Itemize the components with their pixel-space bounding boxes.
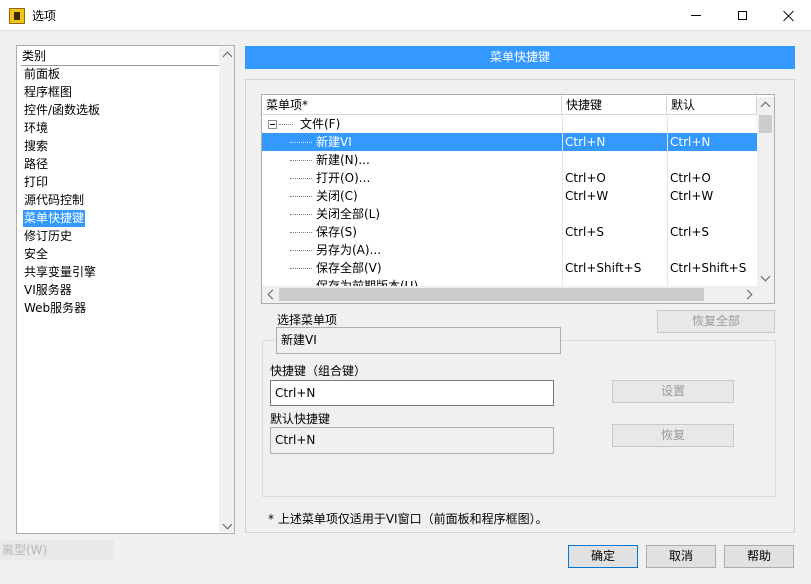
category-item[interactable]: 安全 [23,246,49,263]
column-header-shortcut[interactable]: 快捷键 [562,95,667,115]
category-item[interactable]: 共享变量引擎 [23,264,97,281]
menu-item-name: 新建(N)... [316,153,370,167]
scroll-thumb[interactable] [279,288,704,301]
category-item-selected[interactable]: 菜单快捷键 [23,210,86,227]
category-item[interactable]: 修订历史 [23,228,73,245]
panel-title: 菜单快捷键 [245,46,795,69]
category-item[interactable]: 源代码控制 [23,192,85,209]
category-item[interactable]: Web服务器 [23,300,87,317]
tree-line [290,142,312,143]
minimize-button[interactable] [673,0,719,31]
category-item[interactable]: 环境 [23,120,49,137]
menu-item-name: 文件(F) [300,117,341,131]
menu-item-shortcut: Ctrl+N [565,135,606,149]
category-item[interactable]: 前面板 [23,66,61,83]
table-row[interactable]: 关闭(C) Ctrl+W Ctrl+W [262,187,757,205]
menu-item-name: 保存(S) [316,225,357,239]
menu-item-shortcut: Ctrl+O [565,171,606,185]
ghost-text: 离型(W) [0,540,114,560]
default-shortcut-label: 默认快捷键 [270,412,331,426]
maximize-icon [737,11,747,20]
close-button[interactable] [765,0,811,31]
category-header: 类别 [21,48,219,66]
menu-item-default: Ctrl+W [670,189,714,203]
column-separator [667,115,668,287]
close-icon [783,10,794,21]
table-row[interactable]: 保存为前期版本(U)... [262,277,757,286]
menu-item-name: 新建VI [316,135,352,149]
category-item[interactable]: 打印 [23,174,49,191]
table-row-selected[interactable]: 新建VI Ctrl+N Ctrl+N [262,133,757,151]
menu-item-shortcut: Ctrl+Shift+S [565,261,642,275]
ok-button[interactable]: 确定 [568,545,638,568]
category-item[interactable]: 路径 [23,156,49,173]
menu-item-name: 保存为前期版本(U)... [316,279,430,286]
table-row[interactable]: 关闭全部(L) [262,205,757,223]
maximize-button[interactable] [719,0,765,31]
table-row[interactable]: 打开(O)... Ctrl+O Ctrl+O [262,169,757,187]
column-header-default[interactable]: 默认 [667,95,757,115]
table-row[interactable]: 另存为(A)... [262,241,757,259]
tree-line [290,250,312,251]
category-list[interactable]: 类别 前面板 程序框图 控件/函数选板 环境 搜索 路径 打印 源代码控制 菜单… [16,45,235,534]
footnote: * 上述菜单项仅适用于VI窗口（前面板和程序框图）。 [268,512,548,526]
tree-line [290,160,312,161]
scroll-right-icon[interactable] [742,289,753,300]
menu-item-default: Ctrl+O [670,171,711,185]
selected-item-label: 选择菜单项 [277,313,338,327]
selected-item-value: 新建VI [276,327,561,354]
menu-item-name: 另存为(A)... [316,243,382,257]
collapse-icon[interactable] [268,120,277,129]
default-shortcut-value: Ctrl+N [270,427,554,454]
table-row[interactable]: 新建(N)... [262,151,757,169]
restore-all-button[interactable]: 恢复全部 [657,310,775,333]
scroll-down-icon[interactable] [760,271,771,282]
menu-shortcut-table[interactable]: 菜单项* 快捷键 默认 文件(F) 新建VI Ctrl+N Ctrl+N 新建(… [261,94,775,304]
tree-line [290,196,312,197]
scrollbar-corner [757,286,774,303]
tree-line [290,214,312,215]
menu-item-shortcut: Ctrl+W [565,189,609,203]
menu-item-shortcut: Ctrl+S [565,225,605,239]
category-item[interactable]: 搜索 [23,138,49,155]
scroll-up-icon[interactable] [760,101,771,112]
set-button[interactable]: 设置 [612,380,734,403]
menu-item-default: Ctrl+S [670,225,710,239]
tree-line [279,124,293,125]
restore-button[interactable]: 恢复 [612,424,734,447]
category-item[interactable]: 控件/函数选板 [23,102,101,119]
menu-item-name: 关闭(C) [316,189,358,203]
scroll-thumb[interactable] [759,115,772,133]
menu-item-default: Ctrl+N [670,135,711,149]
window-title: 选项 [32,9,57,23]
scroll-down-icon[interactable] [222,519,233,530]
tree-line [290,268,312,269]
menu-item-name: 关闭全部(L) [316,207,381,221]
shortcut-label: 快捷键（组合键） [270,364,367,378]
table-row[interactable]: 保存(S) Ctrl+S Ctrl+S [262,223,757,241]
table-horizontal-scrollbar[interactable] [262,286,757,303]
column-header-item[interactable]: 菜单项* [262,95,562,115]
tree-line [290,232,312,233]
column-separator [562,115,563,287]
category-scrollbar[interactable] [219,47,234,532]
shortcut-input[interactable]: Ctrl+N [270,380,554,406]
cancel-button[interactable]: 取消 [646,545,716,568]
table-row[interactable]: 保存全部(V) Ctrl+Shift+S Ctrl+Shift+S [262,259,757,277]
table-vertical-scrollbar[interactable] [757,97,774,286]
category-item[interactable]: VI服务器 [23,282,73,299]
table-row[interactable]: 文件(F) [262,115,757,133]
menu-item-default: Ctrl+Shift+S [670,261,747,275]
help-button[interactable]: 帮助 [724,545,794,568]
minimize-icon [691,15,701,16]
menu-item-name: 保存全部(V) [316,261,382,275]
category-item[interactable]: 程序框图 [23,84,73,101]
labview-icon [9,8,25,24]
tree-line [290,178,312,179]
scroll-left-icon[interactable] [267,289,278,300]
menu-item-name: 打开(O)... [316,171,371,185]
title-bar: 选项 [0,0,811,31]
scroll-up-icon[interactable] [222,51,233,62]
